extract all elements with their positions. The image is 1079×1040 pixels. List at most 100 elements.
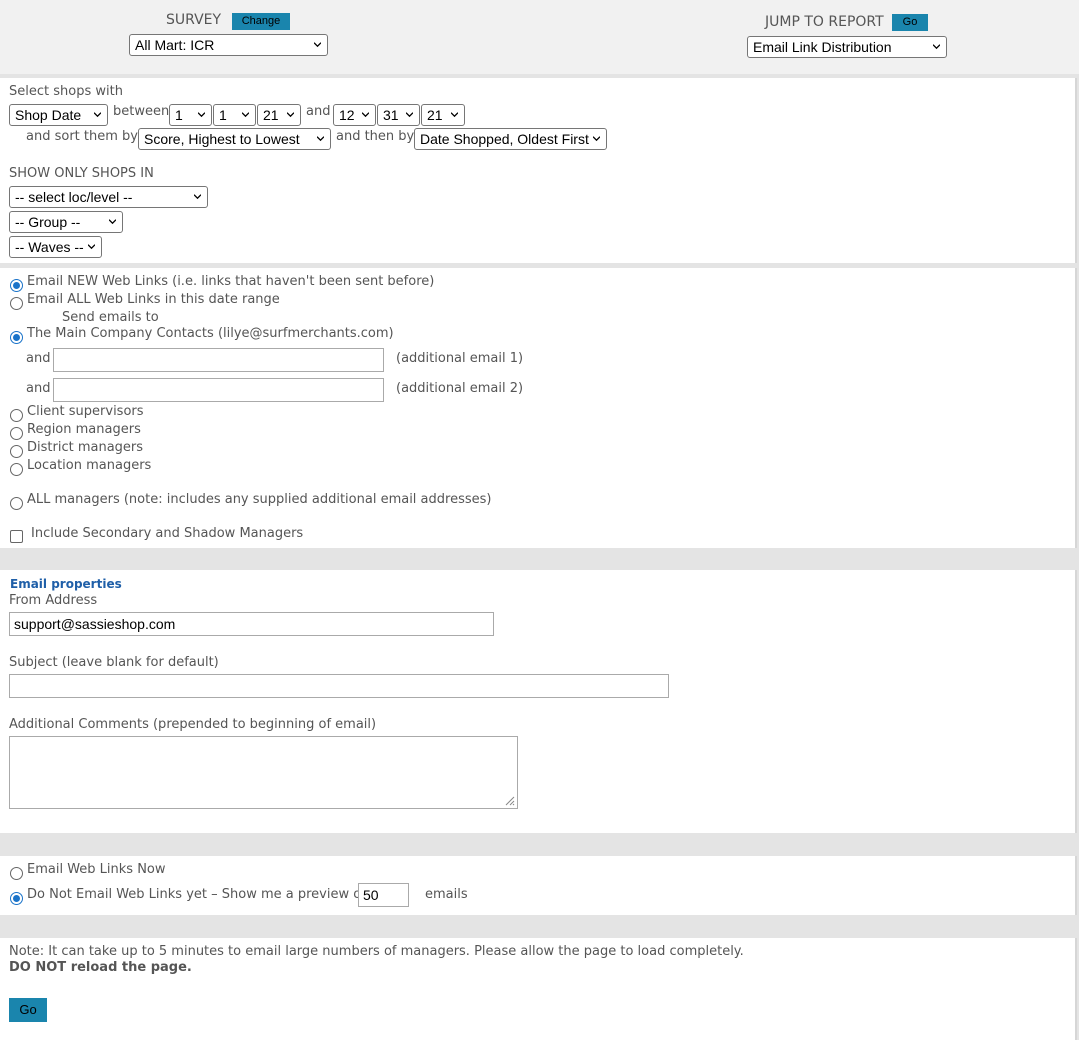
subject-label: Subject (leave blank for default) — [9, 655, 219, 670]
district-managers-label: District managers — [27, 440, 144, 455]
chevron-down-icon — [362, 112, 369, 118]
all-managers-radio[interactable] — [10, 497, 23, 510]
email-properties-panel: Email properties From Address support@sa… — [0, 570, 1077, 833]
end-month-select[interactable]: 12 — [333, 104, 376, 126]
and-label: and — [306, 104, 331, 119]
report-select-value: Email Link Distribution — [753, 39, 892, 55]
include-secondary-label: Include Secondary and Shadow Managers — [31, 526, 304, 541]
client-supervisors-label: Client supervisors — [27, 404, 144, 419]
end-day-value: 31 — [383, 107, 399, 123]
end-year-select[interactable]: 21 — [421, 104, 465, 126]
chevron-down-icon — [198, 112, 205, 118]
end-day-select[interactable]: 31 — [377, 104, 420, 126]
sort-primary-value: Score, Highest to Lowest — [144, 131, 300, 147]
date-type-select[interactable]: Shop Date — [9, 104, 108, 126]
chevron-down-icon — [242, 112, 249, 118]
email-new-label: Email NEW Web Links (i.e. links that hav… — [27, 274, 435, 289]
email-now-label: Email Web Links Now — [27, 862, 166, 877]
include-secondary-checkbox[interactable] — [10, 530, 23, 543]
all-managers-label: ALL managers (note: includes any supplie… — [27, 492, 492, 507]
chevron-down-icon — [88, 244, 95, 250]
then-by-label: and then by — [336, 129, 415, 144]
recipients-panel: Email NEW Web Links (i.e. links that hav… — [0, 268, 1077, 548]
loc-level-select[interactable]: -- select loc/level -- — [9, 186, 208, 208]
end-month-value: 12 — [339, 107, 355, 123]
and-label: and — [26, 381, 51, 396]
change-survey-button[interactable]: Change — [232, 13, 290, 30]
resize-handle-icon[interactable] — [503, 794, 515, 806]
sort-secondary-select[interactable]: Date Shopped, Oldest First — [414, 128, 607, 150]
jump-to-report-label: JUMP TO REPORT — [765, 14, 884, 30]
waves-value: -- Waves -- — [15, 239, 84, 255]
between-label: between — [113, 104, 170, 119]
region-managers-label: Region managers — [27, 422, 141, 437]
client-supervisors-radio[interactable] — [10, 409, 23, 422]
select-shops-label: Select shops with — [9, 84, 123, 99]
submit-go-button[interactable]: Go — [9, 998, 47, 1022]
region-managers-radio[interactable] — [10, 427, 23, 440]
email-properties-heading: Email properties — [10, 577, 122, 591]
sort-label: and sort them by — [26, 129, 138, 144]
emails-label: emails — [425, 887, 468, 902]
additional-email-2-label: (additional email 2) — [396, 381, 524, 396]
start-day-select[interactable]: 1 — [213, 104, 256, 126]
preview-count-input[interactable]: 50 — [358, 883, 409, 907]
end-year-value: 21 — [427, 107, 443, 123]
email-new-radio[interactable] — [10, 279, 23, 292]
chevron-down-icon — [94, 112, 101, 118]
shop-filter-panel: Select shops with Shop Date between 1 1 … — [0, 78, 1077, 263]
send-to-label: Send emails to — [62, 310, 159, 325]
start-year-select[interactable]: 21 — [257, 104, 301, 126]
start-month-select[interactable]: 1 — [169, 104, 212, 126]
survey-select-value: All Mart: ICR — [135, 37, 215, 53]
waves-select[interactable]: -- Waves -- — [9, 236, 102, 258]
group-select[interactable]: -- Group -- — [9, 211, 123, 233]
from-address-input[interactable]: support@sassieshop.com — [9, 612, 494, 636]
main-contacts-radio[interactable] — [10, 331, 23, 344]
main-contacts-label: The Main Company Contacts (lilye@surfmer… — [27, 326, 394, 341]
loc-level-value: -- select loc/level -- — [15, 189, 133, 205]
preview-radio[interactable] — [10, 892, 23, 905]
from-address-label: From Address — [9, 593, 98, 608]
start-year-value: 21 — [263, 107, 279, 123]
sort-secondary-value: Date Shopped, Oldest First — [420, 131, 589, 147]
email-all-label: Email ALL Web Links in this date range — [27, 292, 280, 307]
survey-label: SURVEY — [166, 12, 222, 28]
and-label: and — [26, 351, 51, 366]
group-value: -- Group -- — [15, 214, 81, 230]
report-select[interactable]: Email Link Distribution — [747, 36, 947, 58]
comments-textarea[interactable] — [9, 736, 518, 809]
load-note: Note: It can take up to 5 minutes to ema… — [9, 944, 744, 959]
chevron-down-icon — [933, 44, 940, 50]
survey-select[interactable]: All Mart: ICR — [129, 34, 328, 56]
show-only-label: SHOW ONLY SHOPS IN — [9, 166, 154, 181]
location-managers-radio[interactable] — [10, 463, 23, 476]
chevron-down-icon — [406, 112, 413, 118]
email-all-radio[interactable] — [10, 297, 23, 310]
chevron-down-icon — [593, 136, 600, 142]
start-day-value: 1 — [219, 107, 227, 123]
start-month-value: 1 — [175, 107, 183, 123]
chevron-down-icon — [451, 112, 458, 118]
district-managers-radio[interactable] — [10, 445, 23, 458]
chevron-down-icon — [287, 112, 294, 118]
report-header: SURVEY Change All Mart: ICR JUMP TO REPO… — [0, 0, 1079, 74]
chevron-down-icon — [194, 194, 201, 200]
reload-warning: DO NOT reload the page. — [9, 960, 192, 975]
comments-label: Additional Comments (prepended to beginn… — [9, 717, 377, 732]
footer-panel: Note: It can take up to 5 minutes to ema… — [0, 938, 1077, 1040]
additional-email-2-input[interactable] — [53, 378, 384, 402]
chevron-down-icon — [314, 42, 321, 48]
additional-email-1-input[interactable] — [53, 348, 384, 372]
subject-input[interactable] — [9, 674, 669, 698]
preview-label: Do Not Email Web Links yet – Show me a p… — [27, 887, 366, 902]
send-options-panel: Email Web Links Now Do Not Email Web Lin… — [0, 856, 1077, 915]
location-managers-label: Location managers — [27, 458, 152, 473]
sort-primary-select[interactable]: Score, Highest to Lowest — [138, 128, 331, 150]
date-type-value: Shop Date — [15, 107, 82, 123]
chevron-down-icon — [317, 136, 324, 142]
email-now-radio[interactable] — [10, 867, 23, 880]
additional-email-1-label: (additional email 1) — [396, 351, 524, 366]
chevron-down-icon — [109, 219, 116, 225]
jump-go-button[interactable]: Go — [892, 14, 928, 31]
